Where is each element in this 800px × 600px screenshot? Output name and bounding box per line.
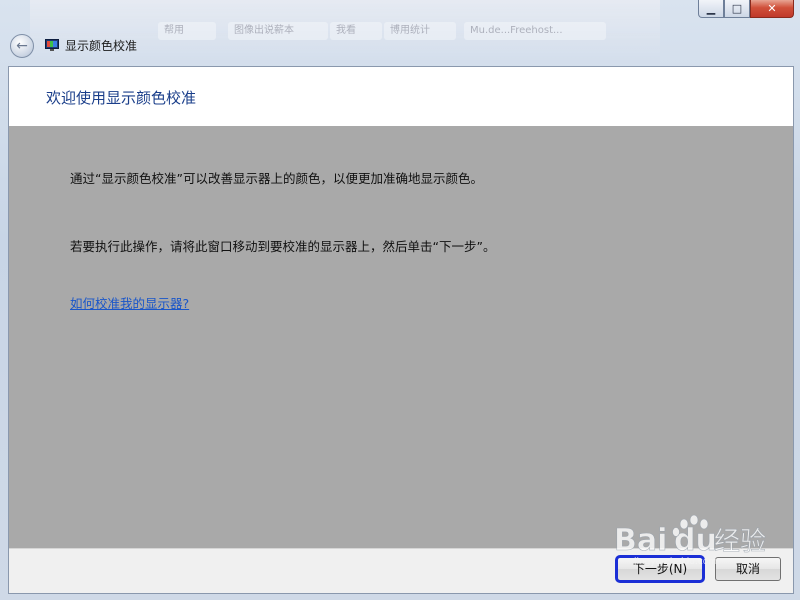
window-frame: 帮用 图像出说薪本 我看 博用统计 Mu.de...Freehost... ▁ … (0, 0, 800, 600)
wizard-header: 欢迎使用显示颜色校准 (9, 67, 793, 126)
background-tab: 博用统计 (384, 22, 456, 40)
monitor-icon (45, 39, 59, 51)
background-tab: 我看 (330, 22, 382, 40)
back-arrow-icon: ← (16, 38, 28, 54)
background-tab: 帮用 (158, 22, 216, 40)
page-title: 欢迎使用显示颜色校准 (46, 89, 197, 107)
maximize-button[interactable]: □ (724, 0, 750, 18)
maximize-icon: □ (731, 2, 743, 15)
wizard-panel: 欢迎使用显示颜色校准 通过“显示颜色校准”可以改善显示器上的颜色，以便更加准确地… (8, 66, 794, 594)
background-tab: 图像出说薪本 (228, 22, 328, 40)
minimize-button[interactable]: ▁ (698, 0, 724, 18)
minimize-icon: ▁ (706, 2, 716, 15)
close-icon: ✕ (767, 2, 777, 15)
wizard-footer: 下一步(N) 取消 (9, 548, 793, 593)
cancel-button[interactable]: 取消 (715, 557, 781, 581)
close-button[interactable]: ✕ (750, 0, 794, 18)
intro-text: 通过“显示颜色校准”可以改善显示器上的颜色，以便更加准确地显示颜色。 (70, 171, 483, 186)
window-title: 显示颜色校准 (65, 39, 138, 53)
caption-buttons: ▁ □ ✕ (698, 0, 794, 20)
back-button[interactable]: ← (10, 34, 34, 58)
help-link[interactable]: 如何校准我的显示器? (70, 293, 189, 312)
instruction-text: 若要执行此操作，请将此窗口移动到要校准的显示器上，然后单击“下一步”。 (70, 239, 496, 254)
next-button[interactable]: 下一步(N) (615, 555, 705, 583)
background-tab: Mu.de...Freehost... (464, 22, 606, 40)
wizard-content: 通过“显示颜色校准”可以改善显示器上的颜色，以便更加准确地显示颜色。 若要执行此… (9, 126, 793, 550)
